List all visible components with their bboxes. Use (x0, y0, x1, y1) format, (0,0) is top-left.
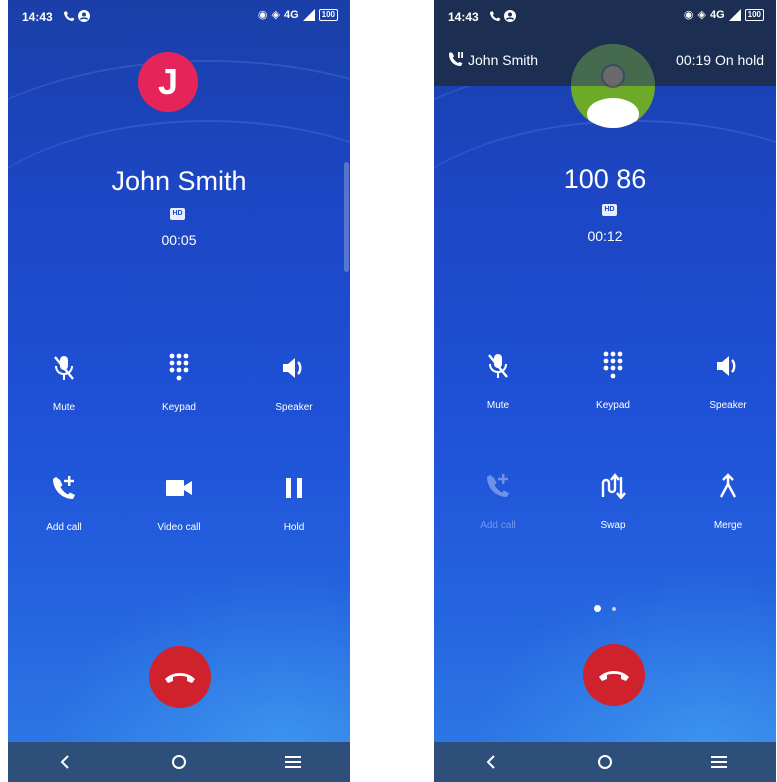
contact-name: John Smith (111, 166, 247, 196)
navigation-bar (434, 742, 776, 782)
phone-screen-left: 14:43 ◉ ◈ 4G 100 J John Smith HD 00:05 M… (8, 0, 350, 782)
end-call-button[interactable] (583, 644, 645, 706)
phone-paused-icon (448, 51, 464, 70)
pause-icon (239, 472, 349, 504)
page-indicator (434, 600, 776, 618)
status-time: 14:43 (448, 10, 479, 24)
home-button[interactable] (159, 750, 199, 774)
call-status-icon (488, 9, 518, 26)
navigation-bar (8, 742, 350, 782)
hd-badge: HD (170, 208, 185, 220)
end-call-button[interactable] (149, 646, 211, 708)
keypad-label: Keypad (596, 400, 630, 411)
call-timer: 00:05 (161, 232, 197, 248)
signal-icon (302, 8, 315, 21)
background-glow (434, 542, 776, 742)
status-bar: 14:43 ◉ ◈ 4G 100 (8, 0, 350, 34)
add-call-label: Add call (46, 522, 82, 533)
mute-label: Mute (486, 400, 510, 411)
held-call-name: John Smith (468, 52, 539, 68)
wifi-icon: ◈ (697, 9, 706, 21)
call-timer: 00:12 (587, 228, 623, 244)
home-circle-icon (598, 755, 612, 769)
contact-avatar: J (138, 52, 198, 112)
status-right-icons: ◉ ◈ 4G 100 (684, 8, 764, 21)
mute-button[interactable]: Mute (9, 352, 119, 413)
keypad-label: Keypad (162, 402, 196, 413)
hold-button[interactable]: Hold (239, 472, 349, 533)
add-call-icon (9, 472, 119, 504)
mic-off-icon (9, 352, 119, 384)
dialpad-icon (124, 352, 234, 384)
merge-calls-icon (673, 470, 776, 502)
scroll-indicator (344, 162, 349, 272)
page-dot (611, 606, 616, 611)
hd-badge: HD (602, 204, 617, 216)
battery-icon: 100 (318, 8, 338, 21)
speaker-label: Speaker (709, 400, 747, 411)
add-call-button[interactable]: Add call (443, 470, 553, 531)
add-call-icon (443, 470, 553, 502)
hold-label: Hold (283, 522, 305, 533)
speaker-icon (239, 352, 349, 384)
dialpad-icon (558, 350, 668, 382)
call-status-icon (62, 9, 92, 26)
person-avatar (571, 44, 655, 128)
avatar-letter: J (157, 61, 179, 102)
merge-button[interactable]: Merge (673, 470, 776, 531)
speaker-icon (673, 350, 776, 382)
hang-up-icon (165, 673, 195, 683)
video-call-label: Video call (157, 522, 201, 533)
background-glow (8, 542, 350, 742)
add-call-label: Add call (480, 520, 516, 531)
add-call-button[interactable]: Add call (9, 472, 119, 533)
keypad-button[interactable]: Keypad (124, 352, 234, 413)
recents-button[interactable] (273, 750, 313, 774)
phone-screen-right: 14:43 ◉ ◈ 4G 100 John Smith 00:19 On hol… (434, 0, 776, 782)
swap-calls-icon (558, 470, 668, 502)
video-call-button[interactable]: Video call (124, 472, 234, 533)
nfc-icon: ◉ (257, 9, 268, 21)
home-button[interactable] (585, 750, 625, 774)
recents-button[interactable] (699, 750, 739, 774)
network-type: 4G (709, 8, 725, 21)
back-chevron-icon (60, 755, 69, 769)
held-call-status: 00:19 On hold (676, 52, 764, 68)
keypad-button[interactable]: Keypad (558, 350, 668, 411)
speaker-button[interactable]: Speaker (239, 352, 349, 413)
mute-button[interactable]: Mute (443, 350, 553, 411)
swap-label: Swap (600, 520, 626, 531)
merge-label: Merge (713, 520, 743, 531)
battery-icon: 100 (744, 8, 764, 21)
network-type: 4G (283, 8, 299, 21)
mic-off-icon (443, 350, 553, 382)
status-bar: 14:43 ◉ ◈ 4G 100 (434, 0, 776, 34)
back-chevron-icon (486, 755, 495, 769)
caller-number: 100 86 (563, 164, 647, 194)
person-icon (571, 44, 655, 128)
status-time: 14:43 (22, 10, 53, 24)
back-button[interactable] (471, 750, 511, 774)
status-right-icons: ◉ ◈ 4G 100 (258, 8, 338, 21)
menu-lines-icon (711, 756, 727, 768)
signal-icon (728, 8, 741, 21)
home-circle-icon (172, 755, 186, 769)
wifi-icon: ◈ (271, 9, 280, 21)
video-camera-icon (124, 472, 234, 504)
menu-lines-icon (285, 756, 301, 768)
swap-button[interactable]: Swap (558, 470, 668, 531)
hang-up-icon (599, 671, 629, 681)
nfc-icon: ◉ (683, 9, 694, 21)
back-button[interactable] (45, 750, 85, 774)
speaker-label: Speaker (275, 402, 313, 413)
mute-label: Mute (52, 402, 76, 413)
speaker-button[interactable]: Speaker (673, 350, 776, 411)
page-dot-active (594, 605, 602, 613)
